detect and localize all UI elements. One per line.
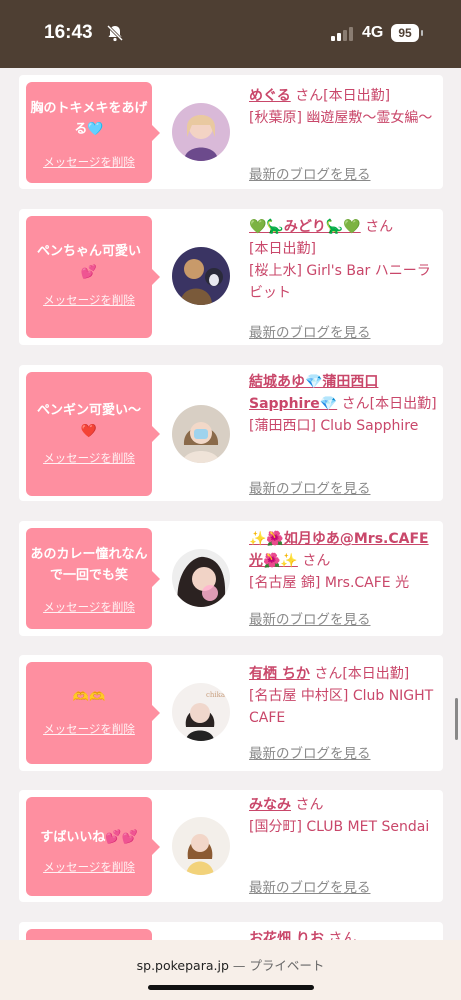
scrollbar[interactable]: [455, 698, 458, 740]
message-bubble: 🫶🫶 メッセージを削除: [26, 662, 160, 764]
silent-bell-icon: [106, 24, 124, 42]
cast-info: みなみ さん [国分町] CLUB MET Sendai: [249, 794, 437, 838]
delete-message-link[interactable]: メッセージを削除: [26, 292, 152, 308]
avatar[interactable]: [172, 405, 230, 463]
clock: 16:43: [44, 22, 93, 43]
battery-tip: [421, 30, 423, 36]
cast-suffix: さん: [302, 553, 331, 569]
message-card: 🫶🫶 メッセージを削除 chika 有栖 ちか さん[本日出勤] [名古屋 中村…: [19, 655, 443, 771]
message-card: ペンギン可愛い〜❤️ メッセージを削除 結城あゆ💎蒲田西口Sapphire💎 さ…: [19, 365, 443, 501]
battery-icon: 95: [391, 24, 419, 42]
message-text: 胸のトキメキをあげる🩵: [30, 101, 148, 137]
cast-name-link[interactable]: 有栖 ちか: [249, 666, 310, 682]
message-bubble: ペンちゃん可愛い💕 メッセージを削除: [26, 216, 160, 338]
cast-suffix: さん: [365, 219, 394, 235]
cellular-signal-icon: [331, 27, 353, 41]
cast-info: ✨🌺如月ゆあ@Mrs.CAFE光🌺✨ さん [名古屋 錦] Mrs.CAFE 光: [249, 528, 437, 594]
latest-blog-link[interactable]: 最新のブログを見る: [249, 608, 371, 628]
cast-name-link[interactable]: 💚🦕みどり🦕💚: [249, 219, 361, 235]
message-card: 胸のトキメキをあげる🩵 メッセージを削除 めぐる さん[本日出勤] [秋葉原] …: [19, 75, 443, 189]
domain: sp.pokepara.jp: [136, 958, 229, 973]
delete-message-link[interactable]: メッセージを削除: [26, 859, 152, 875]
latest-blog-link[interactable]: 最新のブログを見る: [249, 742, 371, 762]
avatar[interactable]: [172, 103, 230, 161]
latest-blog-link[interactable]: 最新のブログを見る: [249, 321, 371, 341]
message-bubble: あのカレー憧れなんで一回でも笑 メッセージを削除: [26, 528, 160, 629]
message-bubble: 胸のトキメキをあげる🩵 メッセージを削除: [26, 82, 160, 183]
cast-suffix: さん[本日出勤]: [341, 396, 437, 412]
message-card: ペンちゃん可愛い💕 メッセージを削除 💚🦕みどり🦕💚 さん [本日出勤] [桜上…: [19, 209, 443, 345]
status-bar: 16:43 4G 95: [0, 0, 461, 68]
latest-blog-link[interactable]: 最新のブログを見る: [249, 163, 371, 183]
shop-name: [国分町] CLUB MET Sendai: [249, 819, 430, 835]
cast-suffix: さん[本日出勤]: [295, 88, 391, 104]
delete-message-link[interactable]: メッセージを削除: [26, 721, 152, 737]
cast-name-link[interactable]: ✨🌺如月ゆあ@Mrs.CAFE光🌺✨: [249, 531, 429, 569]
message-card: すばいいね💕💕 メッセージを削除 みなみ さん [国分町] CLUB MET S…: [19, 790, 443, 902]
avatar[interactable]: [172, 817, 230, 875]
message-card: あのカレー憧れなんで一回でも笑 メッセージを削除 ✨🌺如月ゆあ@Mrs.CAFE…: [19, 521, 443, 636]
shop-name: [桜上水] Girl's Bar ハニーラビット: [249, 263, 431, 301]
svg-text:chika: chika: [206, 691, 225, 699]
network-type: 4G: [362, 24, 384, 41]
shop-name: [名古屋 中村区] Club NIGHT CAFE: [249, 688, 434, 726]
private-mode-label: — プライベート: [232, 958, 325, 973]
message-text: 🫶🫶: [72, 690, 106, 705]
cast-name-link[interactable]: めぐる: [249, 88, 291, 104]
message-text: ペンちゃん可愛い💕: [36, 244, 141, 280]
cast-info: 結城あゆ💎蒲田西口Sapphire💎 さん[本日出勤] [蒲田西口] Club …: [249, 371, 437, 437]
cast-name-link[interactable]: みなみ: [249, 797, 291, 813]
cast-info: 有栖 ちか さん[本日出勤] [名古屋 中村区] Club NIGHT CAFE: [249, 663, 437, 729]
message-text: ペンギン可愛い〜❤️: [36, 403, 141, 439]
shop-name: [蒲田西口] Club Sapphire: [249, 418, 419, 434]
latest-blog-link[interactable]: 最新のブログを見る: [249, 876, 371, 896]
url-display[interactable]: sp.pokepara.jp — プライベート: [0, 955, 461, 974]
latest-blog-link[interactable]: 最新のブログを見る: [249, 477, 371, 497]
message-text: すばいいね💕💕: [40, 830, 138, 845]
cast-suffix: さん[本日出勤]: [314, 666, 410, 682]
message-text: あのカレー憧れなんで一回でも笑: [30, 547, 148, 583]
avatar[interactable]: [172, 247, 230, 305]
shop-name: [名古屋 錦] Mrs.CAFE 光: [249, 575, 410, 591]
shop-name: [秋葉原] 幽遊屋敷〜霊女編〜: [249, 110, 433, 126]
cast-suffix: さん: [295, 797, 324, 813]
delete-message-link[interactable]: メッセージを削除: [26, 599, 152, 615]
cast-info: めぐる さん[本日出勤] [秋葉原] 幽遊屋敷〜霊女編〜: [249, 85, 437, 129]
avatar[interactable]: [172, 549, 230, 607]
message-bubble: ペンギン可愛い〜❤️ メッセージを削除: [26, 372, 160, 496]
cast-info: 💚🦕みどり🦕💚 さん [本日出勤] [桜上水] Girl's Bar ハニーラビ…: [249, 216, 437, 304]
home-indicator[interactable]: [148, 985, 314, 990]
avatar[interactable]: chika: [172, 683, 230, 741]
message-bubble: すばいいね💕💕 メッセージを削除: [26, 797, 160, 896]
browser-address-bar[interactable]: sp.pokepara.jp — プライベート: [0, 940, 461, 1000]
work-status: [本日出勤]: [249, 241, 316, 257]
delete-message-link[interactable]: メッセージを削除: [26, 154, 152, 170]
delete-message-link[interactable]: メッセージを削除: [26, 450, 152, 466]
